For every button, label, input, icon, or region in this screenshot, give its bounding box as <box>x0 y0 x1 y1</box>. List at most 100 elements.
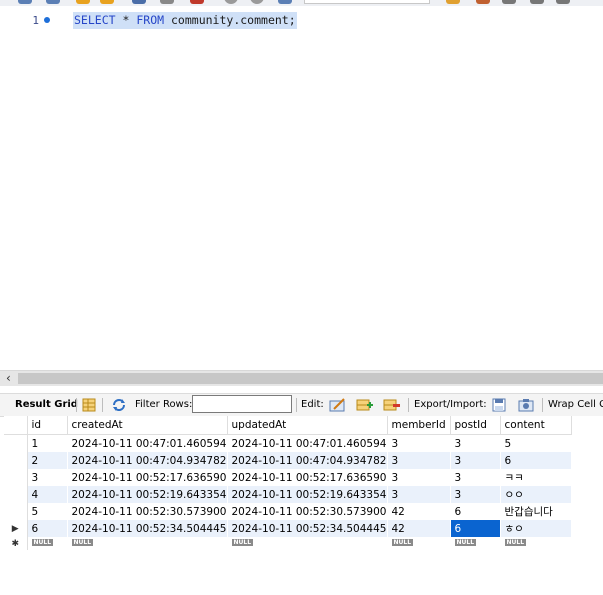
row-header[interactable] <box>4 486 28 503</box>
cell-postId[interactable]: 3 <box>450 434 501 452</box>
autocommit-icon[interactable] <box>278 0 292 4</box>
search-icon[interactable] <box>502 0 516 4</box>
grid-layout-icon[interactable] <box>82 398 96 412</box>
cell-updatedAt[interactable]: 2024-10-11 00:52:34.504445 <box>227 520 388 537</box>
cell-createdAt[interactable]: 2024-10-11 00:52:19.643354 <box>67 486 228 503</box>
rollback-icon[interactable] <box>250 0 264 4</box>
null-cell-id[interactable]: NULL <box>27 537 68 550</box>
column-header-updatedAt[interactable]: updatedAt <box>227 416 388 435</box>
editor-horizontal-scrollbar[interactable]: ‹ <box>0 370 603 386</box>
null-badge: NULL <box>71 538 94 546</box>
null-cell-createdAt[interactable]: NULL <box>67 537 228 550</box>
cell-id[interactable]: 2 <box>27 452 68 469</box>
limit-rows-select[interactable] <box>304 0 430 4</box>
cell-memberId[interactable]: 3 <box>387 486 451 503</box>
cell-content[interactable]: ㅋㅋ <box>500 469 572 486</box>
toggle-error-icon[interactable] <box>190 0 204 4</box>
cell-createdAt[interactable]: 2024-10-11 00:52:17.636590 <box>67 469 228 486</box>
row-header[interactable] <box>4 469 28 486</box>
cell-createdAt[interactable]: 2024-10-11 00:47:04.934782 <box>67 452 228 469</box>
cell-id[interactable]: 5 <box>27 503 68 520</box>
cell-content[interactable]: 6 <box>500 452 572 469</box>
import-icon[interactable] <box>517 398 535 412</box>
table-row[interactable]: 3 2024-10-11 00:52:17.636590 2024-10-11 … <box>4 469 572 486</box>
null-cell-postId[interactable]: NULL <box>450 537 501 550</box>
null-cell-content[interactable]: NULL <box>500 537 572 550</box>
cell-postId[interactable]: 3 <box>450 452 501 469</box>
row-header-corner <box>4 416 28 435</box>
add-row-icon[interactable] <box>356 398 374 412</box>
toolbar-open-icon[interactable] <box>18 0 32 4</box>
cell-memberId[interactable]: 3 <box>387 452 451 469</box>
cell-memberId[interactable]: 42 <box>387 503 451 520</box>
stop-icon[interactable] <box>160 0 174 4</box>
cell-id[interactable]: 4 <box>27 486 68 503</box>
column-header-content[interactable]: content <box>500 416 572 435</box>
cell-content[interactable]: ㅎㅇ <box>500 520 572 537</box>
explain-icon[interactable] <box>132 0 146 4</box>
row-header[interactable] <box>4 452 28 469</box>
cell-updatedAt[interactable]: 2024-10-11 00:47:04.934782 <box>227 452 388 469</box>
new-row[interactable]: ✱ NULL NULL NULL NULL NULL NULL <box>4 537 572 550</box>
cell-postId-selected[interactable]: 6 <box>450 520 501 537</box>
null-cell-memberId[interactable]: NULL <box>387 537 451 550</box>
column-header-postId[interactable]: postId <box>450 416 501 435</box>
sql-query-text[interactable]: SELECT * FROM community.comment; <box>73 12 297 29</box>
commit-icon[interactable] <box>224 0 238 4</box>
result-grid[interactable]: id createdAt updatedAt memberId postId c… <box>4 416 603 595</box>
column-header-id[interactable]: id <box>27 416 68 435</box>
row-header[interactable] <box>4 434 28 452</box>
null-cell-updatedAt[interactable]: NULL <box>227 537 388 550</box>
cell-updatedAt[interactable]: 2024-10-11 00:52:30.573900 <box>227 503 388 520</box>
table-row[interactable]: 2 2024-10-11 00:47:04.934782 2024-10-11 … <box>4 452 572 469</box>
new-row-marker-icon[interactable]: ✱ <box>4 537 28 550</box>
table-row[interactable]: 4 2024-10-11 00:52:19.643354 2024-10-11 … <box>4 486 572 503</box>
wrap-icon[interactable] <box>556 0 570 4</box>
result-grid-tab[interactable]: Result Grid <box>15 394 78 416</box>
scrollbar-thumb[interactable] <box>18 373 603 384</box>
delete-row-icon[interactable] <box>383 398 401 412</box>
column-header-memberId[interactable]: memberId <box>387 416 451 435</box>
cell-postId[interactable]: 3 <box>450 469 501 486</box>
cell-memberId[interactable]: 42 <box>387 520 451 537</box>
cell-content[interactable]: 5 <box>500 434 572 452</box>
cell-updatedAt[interactable]: 2024-10-11 00:52:17.636590 <box>227 469 388 486</box>
invisible-chars-icon[interactable] <box>530 0 544 4</box>
keyword-select: SELECT <box>74 13 116 27</box>
wrap-cell-content-label[interactable]: Wrap Cell Co <box>548 394 603 416</box>
cell-createdAt[interactable]: 2024-10-11 00:52:34.504445 <box>67 520 228 537</box>
cell-id[interactable]: 3 <box>27 469 68 486</box>
scroll-left-icon[interactable]: ‹ <box>6 371 11 386</box>
table-row-current[interactable]: ▶ 6 2024-10-11 00:52:34.504445 2024-10-1… <box>4 520 572 537</box>
cell-createdAt[interactable]: 2024-10-11 00:52:30.573900 <box>67 503 228 520</box>
cell-updatedAt[interactable]: 2024-10-11 00:47:01.460594 <box>227 434 388 452</box>
cell-postId[interactable]: 3 <box>450 486 501 503</box>
cell-memberId[interactable]: 3 <box>387 434 451 452</box>
refresh-icon[interactable] <box>111 398 125 412</box>
find-icon[interactable] <box>476 0 490 4</box>
cell-id[interactable]: 1 <box>27 434 68 452</box>
cell-id[interactable]: 6 <box>27 520 68 537</box>
cell-content[interactable]: ㅇㅇ <box>500 486 572 503</box>
execute-current-icon[interactable] <box>100 0 114 4</box>
row-header[interactable] <box>4 503 28 520</box>
current-row-arrow-icon[interactable]: ▶ <box>4 520 28 537</box>
null-badge: NULL <box>454 538 477 546</box>
execute-lightning-icon[interactable] <box>76 0 90 4</box>
table-row[interactable]: 1 2024-10-11 00:47:01.460594 2024-10-11 … <box>4 434 572 452</box>
line-number: 1 <box>32 14 39 27</box>
beautify-icon[interactable] <box>446 0 460 4</box>
sql-editor[interactable]: 1 SELECT * FROM community.comment; <box>0 6 603 370</box>
cell-memberId[interactable]: 3 <box>387 469 451 486</box>
cell-postId[interactable]: 6 <box>450 503 501 520</box>
edit-cell-icon[interactable] <box>329 398 347 412</box>
toolbar-save-icon[interactable] <box>46 0 60 4</box>
column-header-createdAt[interactable]: createdAt <box>67 416 228 435</box>
cell-createdAt[interactable]: 2024-10-11 00:47:01.460594 <box>67 434 228 452</box>
cell-content[interactable]: 반갑습니다 <box>500 503 572 520</box>
cell-updatedAt[interactable]: 2024-10-11 00:52:19.643354 <box>227 486 388 503</box>
filter-rows-input[interactable] <box>192 395 292 413</box>
export-icon[interactable] <box>491 398 509 412</box>
table-row[interactable]: 5 2024-10-11 00:52:30.573900 2024-10-11 … <box>4 503 572 520</box>
table-header-row: id createdAt updatedAt memberId postId c… <box>4 416 572 435</box>
